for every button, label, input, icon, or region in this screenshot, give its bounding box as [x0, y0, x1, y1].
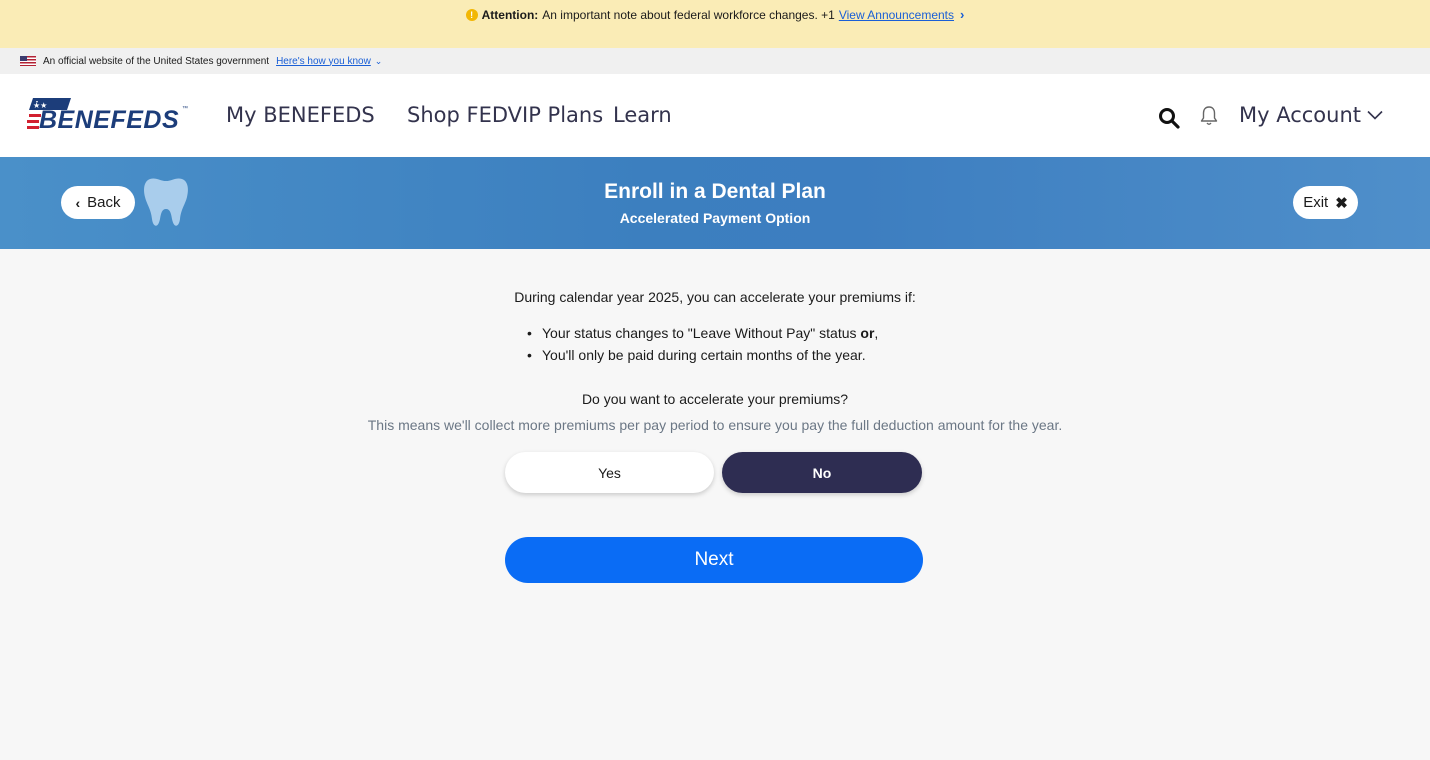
view-announcements-link[interactable]: View Announcements — [839, 8, 954, 22]
us-flag-icon — [20, 56, 36, 66]
next-button[interactable]: Next — [505, 537, 923, 583]
logo-trademark: ™ — [182, 106, 188, 112]
bell-icon[interactable] — [1199, 105, 1219, 127]
exit-button[interactable]: Exit ✖ — [1293, 186, 1358, 219]
benefeds-logo[interactable]: ★★ BENEFEDS ™ — [27, 96, 188, 136]
intro-text: During calendar year 2025, you can accel… — [514, 289, 916, 305]
site-header: ★★ BENEFEDS ™ My BENEFEDS Shop FEDVIP Pl… — [0, 74, 1430, 157]
my-account-menu[interactable]: My Account — [1239, 103, 1383, 127]
list-item: Your status changes to "Leave Without Pa… — [527, 325, 878, 347]
heres-how-you-know-link[interactable]: Here's how you know — [276, 56, 371, 67]
nav-my-benefeds[interactable]: My BENEFEDS — [226, 103, 375, 127]
question-hint: This means we'll collect more premiums p… — [367, 417, 1063, 433]
page-subtitle: Accelerated Payment Option — [619, 210, 811, 226]
gov-banner: An official website of the United States… — [0, 48, 1430, 74]
page-title: Enroll in a Dental Plan — [604, 180, 826, 203]
bullet-1-text: Your status changes to "Leave Without Pa… — [542, 325, 861, 341]
bullet-2-text: You'll only be paid during certain month… — [542, 347, 866, 363]
bullet-1-punct: , — [874, 325, 879, 341]
alert-message: An important note about federal workforc… — [542, 8, 835, 22]
gov-banner-text: An official website of the United States… — [43, 55, 270, 67]
exit-label: Exit — [1303, 194, 1329, 211]
bullet-1-bold: or — [860, 325, 875, 341]
nav-shop-fedvip-plans[interactable]: Shop FEDVIP Plans — [407, 103, 603, 127]
search-icon[interactable] — [1158, 107, 1180, 129]
info-warning-icon: ! — [465, 9, 478, 21]
my-account-label: My Account — [1239, 103, 1362, 127]
no-option-button[interactable]: No — [722, 452, 922, 493]
close-icon: ✖ — [1335, 194, 1348, 212]
nav-learn[interactable]: Learn — [613, 103, 672, 127]
question-text: Do you want to accelerate your premiums? — [581, 391, 849, 407]
conditions-list: Your status changes to "Leave Without Pa… — [527, 325, 878, 369]
chevron-down-icon — [1367, 110, 1383, 120]
chevron-down-icon[interactable]: ⌄ — [375, 56, 383, 67]
alert-label: Attention: — [481, 8, 539, 22]
announcement-bar: ! Attention: An important note about fed… — [0, 0, 1430, 48]
list-item: You'll only be paid during certain month… — [527, 347, 878, 369]
chevron-right-icon[interactable]: › — [960, 8, 964, 22]
yes-option-button[interactable]: Yes — [505, 452, 714, 493]
logo-text: BENEFEDS — [39, 106, 180, 134]
page-hero: ‹ Back Enroll in a Dental Plan Accelerat… — [0, 157, 1430, 249]
